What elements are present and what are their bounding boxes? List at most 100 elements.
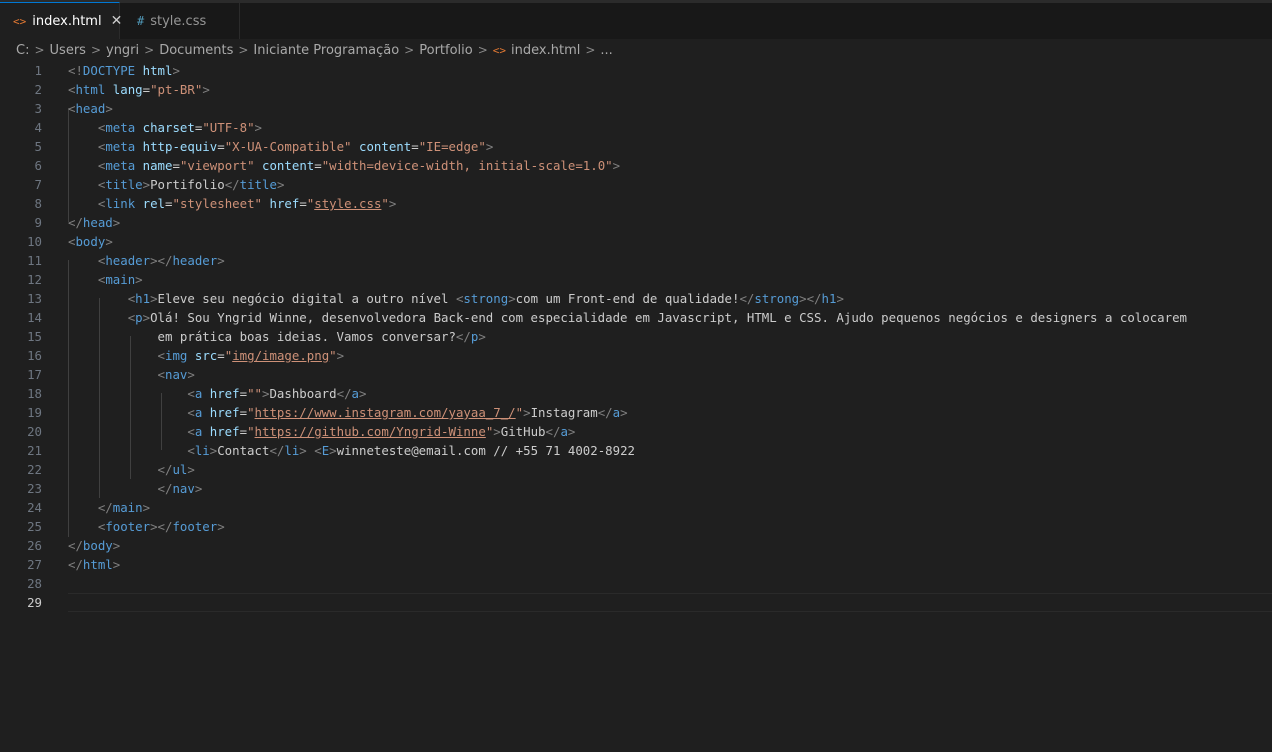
code-line[interactable]: 21 <li>Contact</li> <E>winneteste@email.… — [0, 441, 1272, 460]
code-punctuation: > — [217, 253, 225, 268]
breadcrumb-item-file[interactable]: <> index.html — [493, 43, 581, 58]
code-punctuation: > — [217, 519, 225, 534]
code-line[interactable]: 7 <title>Portifolio</title> — [0, 175, 1272, 194]
code-line[interactable]: 10 <body> — [0, 232, 1272, 251]
code-line[interactable]: 4 <meta charset="UTF-8"> — [0, 118, 1272, 137]
code-line[interactable]: 26 </body> — [0, 536, 1272, 555]
code-line[interactable]: 8 <link rel="stylesheet" href="style.css… — [0, 194, 1272, 213]
code-punctuation: > — [142, 177, 151, 192]
code-link: https://github.com/Yngrid-Winne — [254, 424, 486, 439]
code-tag-name: ul — [172, 462, 188, 477]
code-tag-name: img — [165, 348, 188, 363]
line-number: 21 — [27, 443, 42, 458]
code-text: = — [239, 386, 248, 401]
code-content: <li>Contact</li> <E>winneteste@email.com… — [68, 441, 635, 460]
tab-index-html[interactable]: <> index.html ✕ — [0, 2, 122, 39]
code-line[interactable]: 6 <meta name="viewport" content="width=d… — [0, 156, 1272, 175]
code-line[interactable]: 22 </ul> — [0, 460, 1272, 479]
code-line[interactable]: 13 <h1>Eleve seu negócio digital a outro… — [0, 289, 1272, 308]
code-punctuation: > — [112, 215, 121, 230]
code-tag-name: h1 — [135, 291, 151, 306]
breadcrumb-item-users[interactable]: Users — [50, 43, 86, 58]
code-line[interactable]: 27 </html> — [0, 555, 1272, 574]
line-number: 23 — [27, 481, 42, 496]
code-punctuation: < — [187, 424, 195, 439]
code-content: <img src="img/image.png"> — [68, 346, 345, 365]
code-attribute: html — [142, 63, 173, 78]
code-text: Instagram — [530, 405, 598, 420]
code-line[interactable]: 3 <head> — [0, 99, 1272, 118]
code-line[interactable]: 14 <p>Olá! Sou Yngrid Winne, desenvolved… — [0, 308, 1272, 327]
code-line[interactable]: 9 </head> — [0, 213, 1272, 232]
code-string: "pt-BR" — [150, 82, 203, 97]
breadcrumb-item-folder[interactable]: Iniciante Programação — [253, 43, 399, 58]
code-text: = — [314, 158, 322, 173]
code-line[interactable]: 19 <a href="https://www.instagram.com/ya… — [0, 403, 1272, 422]
chevron-right-icon: > — [585, 43, 596, 57]
code-line[interactable]: 11 <header></header> — [0, 251, 1272, 270]
code-line[interactable]: 20 < a href="https://github.com/Yngrid-Wi… — [0, 422, 1272, 441]
code-attribute: content — [359, 139, 412, 154]
breadcrumb-item-portfolio[interactable]: Portfolio — [419, 43, 472, 58]
code-text: = — [239, 424, 248, 439]
code-line[interactable]: 2 <html lang="pt-BR"> — [0, 80, 1272, 99]
tab-style-css[interactable]: # style.css — [120, 3, 240, 39]
code-tag-name: p — [135, 310, 143, 325]
code-tag-name: nav — [172, 481, 195, 496]
code-punctuation: > — [836, 291, 844, 306]
line-number: 13 — [27, 291, 42, 306]
code-content: <a href="">Dashboard</a> — [68, 384, 366, 403]
code-punctuation: <! — [68, 63, 83, 78]
code-line[interactable]: 5 <meta http-equiv="X-UA-Compatible" con… — [0, 137, 1272, 156]
code-text: Portifolio — [150, 177, 225, 192]
code-line[interactable]: 29 — [0, 593, 1272, 612]
code-text: em prática boas ideias. Vamos conversar? — [68, 329, 456, 344]
code-punctuation: > — [194, 481, 203, 496]
code-line[interactable]: 24 </main> — [0, 498, 1272, 517]
code-tag-name: a — [560, 424, 568, 439]
code-attribute: href — [209, 424, 240, 439]
line-number: 29 — [27, 595, 42, 610]
code-line[interactable]: 16 <img src="img/image.png"> — [0, 346, 1272, 365]
chevron-right-icon: > — [404, 43, 415, 57]
code-line[interactable]: 15 em prática boas ideias. Vamos convers… — [0, 327, 1272, 346]
code-punctuation: </ — [68, 538, 83, 553]
breadcrumb-item-documents[interactable]: Documents — [159, 43, 233, 58]
code-content: <html lang="pt-BR"> — [68, 80, 210, 99]
code-editor[interactable]: 1 <!DOCTYPE html> 2 <html lang="pt-BR"> 3 <he… — [0, 61, 1272, 752]
line-number: 27 — [27, 557, 42, 572]
code-line[interactable]: 1 <!DOCTYPE html> — [0, 61, 1272, 80]
code-content: <footer></footer> — [68, 517, 225, 536]
code-line[interactable]: 18 <a href="">Dashboard</a> — [0, 384, 1272, 403]
code-attribute: href — [209, 405, 240, 420]
code-tag-name: body — [82, 538, 113, 553]
breadcrumb-item-drive[interactable]: C: — [16, 43, 29, 58]
code-attribute: lang — [112, 82, 143, 97]
code-punctuation: > — [172, 63, 180, 78]
code-punctuation: </ — [224, 177, 240, 192]
code-content: </nav> — [68, 479, 203, 498]
code-string: " — [247, 405, 255, 420]
code-punctuation: </ — [68, 557, 83, 572]
code-line[interactable]: 23 </nav> — [0, 479, 1272, 498]
breadcrumb-item-user[interactable]: yngri — [106, 43, 139, 58]
code-punctuation: > — [187, 462, 195, 477]
code-content: </html> — [68, 555, 120, 574]
code-line[interactable]: 12 <main> — [0, 270, 1272, 289]
code-attribute: charset — [142, 120, 195, 135]
code-line[interactable]: 28 — [0, 574, 1272, 593]
code-line[interactable]: 17 <nav> — [0, 365, 1272, 384]
code-punctuation: </ — [455, 329, 471, 344]
breadcrumb-item-symbols[interactable]: ... — [600, 43, 612, 58]
code-content: <!DOCTYPE html> — [68, 61, 180, 80]
code-line[interactable]: 25 <footer></footer> — [0, 517, 1272, 536]
code-punctuation: ></ — [150, 253, 173, 268]
